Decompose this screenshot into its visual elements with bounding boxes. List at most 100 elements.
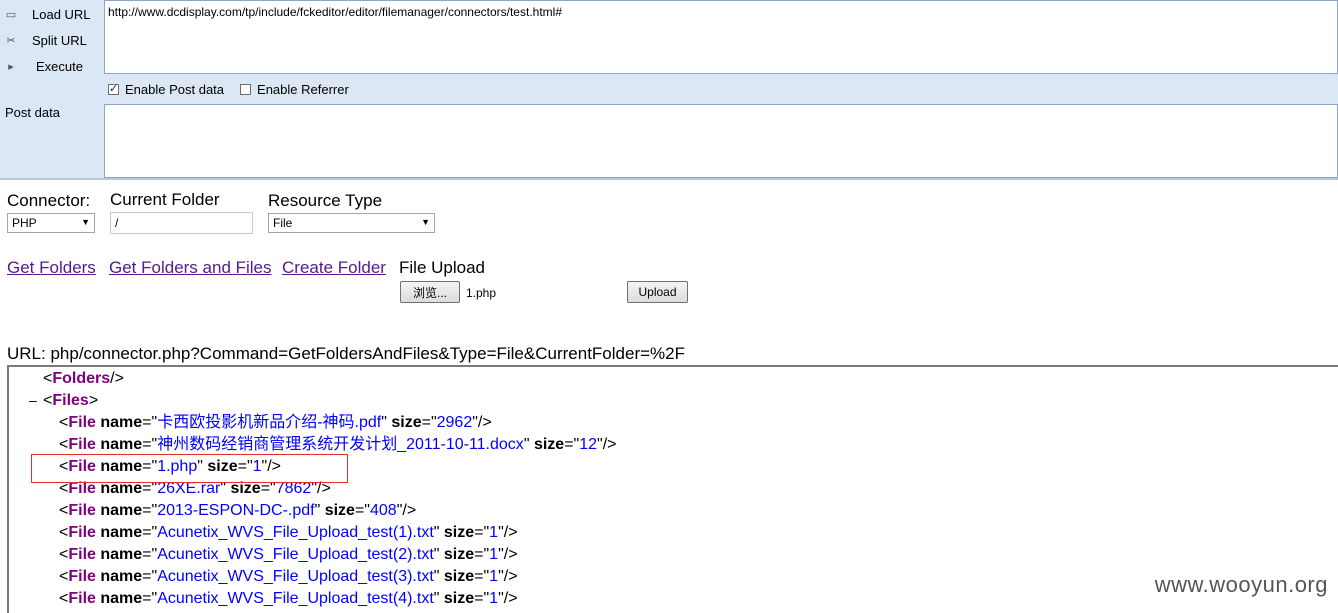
xml-tag-folders: Folders (52, 370, 111, 387)
dropdown-arrow-icon: ▼ (81, 217, 90, 227)
xml-punct: =" (142, 568, 158, 585)
xml-attr-size: size (533, 436, 565, 453)
highlight-box (31, 454, 348, 483)
xml-punct: " (433, 546, 444, 563)
xml-punct: " (381, 414, 392, 431)
xml-tag-file: File (68, 546, 96, 563)
xml-punct: < (59, 524, 69, 541)
xml-punct: " (433, 524, 444, 541)
xml-punct: > (88, 392, 99, 409)
xml-punct: "/> (498, 524, 518, 541)
hackbar-options: Enable Post data Enable Referrer (108, 82, 365, 97)
split-url-button[interactable]: ✂ Split URL (0, 29, 104, 51)
connector-value: PHP (12, 216, 37, 230)
resource-type-label: Resource Type (268, 191, 383, 210)
xml-folders-row: <Folders/> (43, 368, 124, 390)
create-folder-link[interactable]: Create Folder (282, 258, 386, 278)
xml-attr-size: size (443, 546, 475, 563)
xml-punct: =" (474, 546, 490, 563)
xml-punct: "/> (597, 436, 617, 453)
resource-type-select[interactable]: File ▼ (268, 213, 435, 233)
xml-punct: "/> (472, 414, 492, 431)
load-url-button[interactable]: ▭ Load URL (0, 3, 104, 25)
xml-tag-file: File (68, 568, 96, 585)
collapse-toggle-icon[interactable]: – (29, 392, 37, 408)
resource-type-value: File (273, 216, 293, 230)
request-url-line: URL: php/connector.php?Command=GetFolder… (7, 344, 685, 363)
xml-file-size: 1 (489, 524, 499, 541)
xml-file-row: <File name="Acunetix_WVS_File_Upload_tes… (59, 522, 518, 544)
file-upload-label: File Upload (399, 258, 485, 277)
scissors-icon: ✂ (6, 34, 16, 47)
xml-punct: =" (354, 502, 370, 519)
xml-punct: "/> (498, 568, 518, 585)
xml-file-size: 1 (489, 546, 499, 563)
connector-select[interactable]: PHP ▼ (7, 213, 95, 233)
execute-label: Execute (36, 58, 83, 74)
browse-button[interactable]: 浏览... (400, 281, 460, 303)
xml-punct: < (59, 502, 69, 519)
xml-punct: =" (474, 590, 490, 607)
post-data-label: Post data (5, 105, 60, 120)
xml-file-size: 1 (489, 590, 499, 607)
dropdown-arrow-icon: ▼ (421, 217, 430, 227)
xml-attr-name: name (100, 502, 143, 519)
watermark: www.wooyun.org (1154, 572, 1328, 597)
xml-punct: < (59, 546, 69, 563)
xml-punct: < (59, 414, 69, 431)
upload-button[interactable]: Upload (627, 281, 688, 303)
enable-post-checkbox[interactable]: Enable Post data (108, 82, 224, 97)
xml-punct: =" (474, 568, 490, 585)
xml-attr-size: size (443, 590, 475, 607)
xml-punct: =" (474, 524, 490, 541)
xml-tag-file: File (68, 524, 96, 541)
xml-punct: "/> (396, 502, 417, 519)
xml-punct: " (523, 436, 534, 453)
xml-tag-files: Files (52, 392, 89, 409)
get-folders-link[interactable]: Get Folders (7, 258, 96, 278)
xml-punct: =" (142, 414, 158, 431)
execute-button[interactable]: ▸ Execute (0, 55, 104, 77)
enable-referrer-label: Enable Referrer (257, 82, 349, 97)
xml-tag-file: File (68, 414, 96, 431)
xml-attr-name: name (100, 436, 143, 453)
xml-punct: " (433, 568, 444, 585)
enable-referrer-checkbox[interactable]: Enable Referrer (240, 82, 349, 97)
xml-file-name: 神州数码经销商管理系统开发计划_2011-10-11.docx (157, 436, 524, 453)
xml-attr-size: size (443, 524, 475, 541)
xml-file-row: <File name="Acunetix_WVS_File_Upload_tes… (59, 566, 518, 588)
xml-attr-size: size (324, 502, 355, 519)
xml-file-name: Acunetix_WVS_File_Upload_test(3).txt (157, 568, 434, 585)
play-icon: ▸ (8, 60, 14, 73)
current-folder-input[interactable]: / (110, 212, 253, 234)
xml-file-size: 2962 (436, 414, 473, 431)
get-folders-and-files-link[interactable]: Get Folders and Files (109, 258, 272, 278)
xml-attr-name: name (100, 568, 143, 585)
xml-punct: =" (142, 436, 158, 453)
xml-file-row: <File name="神州数码经销商管理系统开发计划_2011-10-11.d… (59, 434, 616, 456)
url-textarea[interactable]: http://www.dcdisplay.com/tp/include/fcke… (104, 0, 1338, 74)
xml-punct: =" (142, 524, 158, 541)
xml-files-row: <Files> (43, 390, 98, 412)
xml-punct: < (43, 392, 53, 409)
hackbar-divider (0, 178, 1338, 180)
xml-tag-file: File (68, 590, 96, 607)
xml-attr-name: name (100, 414, 143, 431)
xml-file-name: 卡西欧投影机新品介绍-神码.pdf (157, 414, 382, 431)
hackbar: ▭ Load URL ✂ Split URL ▸ Execute http://… (0, 0, 1338, 180)
checkbox-checked (108, 82, 119, 95)
xml-punct: /> (110, 370, 124, 387)
checkbox-unchecked (240, 84, 252, 95)
xml-file-row: <File name="2013-ESPON-DC-.pdf" size="40… (59, 500, 416, 522)
xml-punct: < (59, 568, 69, 585)
current-folder-label: Current Folder (110, 190, 220, 209)
chosen-file-name: 1.php (466, 286, 497, 300)
xml-punct: =" (564, 436, 580, 453)
xml-punct: < (59, 436, 69, 453)
hackbar-sidebar: ▭ Load URL ✂ Split URL ▸ Execute (0, 0, 104, 180)
post-data-textarea[interactable] (104, 104, 1338, 178)
xml-attr-size: size (443, 568, 475, 585)
enable-post-label: Enable Post data (125, 82, 225, 97)
xml-file-size: 1 (489, 568, 499, 585)
xml-file-size: 408 (369, 502, 397, 519)
